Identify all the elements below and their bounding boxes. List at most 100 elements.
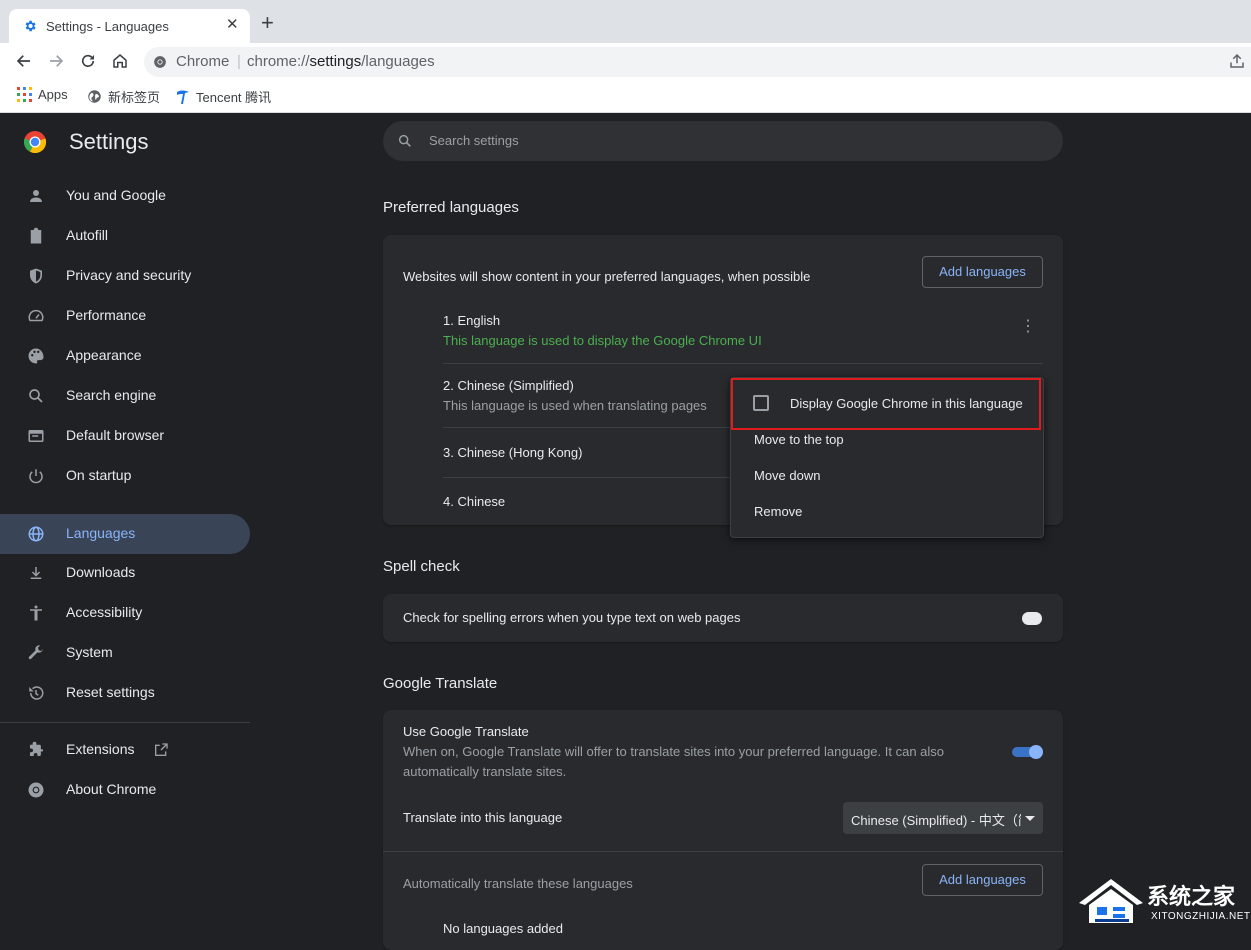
- sidebar-item-label: System: [66, 644, 113, 660]
- sidebar-item-about-chrome[interactable]: About Chrome: [0, 770, 250, 810]
- preferred-description: Websites will show content in your prefe…: [403, 269, 811, 284]
- download-icon: [30, 567, 42, 579]
- bookmarks-bar: Apps 新标签页 Tencent 腾讯: [0, 80, 1251, 113]
- back-arrow-icon[interactable]: [15, 52, 33, 70]
- gear-icon: [25, 20, 36, 32]
- use-translate-desc-2: automatically translate sites.: [403, 764, 567, 779]
- use-translate-desc-1: When on, Google Translate will offer to …: [403, 744, 945, 759]
- external-link-icon: [155, 743, 168, 756]
- select-value: Chinese (Simplified) - 中文（简体）: [851, 813, 1021, 828]
- sidebar-item-performance[interactable]: Performance: [0, 296, 250, 336]
- sidebar-item-you-and-google[interactable]: You and Google: [0, 176, 250, 216]
- language-name: 3. Chinese (Hong Kong): [443, 445, 583, 460]
- watermark-logo: 系统之家 XITONGZHIJIA.NET: [1075, 873, 1250, 927]
- watermark-site: XITONGZHIJIA.NET: [1151, 911, 1251, 922]
- sidebar-item-languages[interactable]: Languages: [0, 514, 250, 554]
- omnibox-separator: |: [237, 53, 241, 70]
- sidebar-item-label: Appearance: [66, 347, 142, 363]
- add-auto-translate-languages-button[interactable]: Add languages: [922, 864, 1043, 896]
- sidebar-divider: [0, 722, 250, 723]
- sidebar-item-label: Privacy and security: [66, 267, 192, 283]
- language-name: 1. English: [443, 313, 501, 328]
- sidebar-item-label: Reset settings: [66, 684, 155, 700]
- address-bar[interactable]: Chrome | chrome://settings/languages: [144, 47, 1251, 77]
- clipboard-icon: [30, 227, 42, 244]
- google-translate-title: Google Translate: [383, 675, 498, 692]
- accessibility-icon: [30, 605, 42, 621]
- language-name: 2. Chinese (Simplified): [443, 378, 574, 393]
- bookmark-label: Tencent 腾讯: [196, 90, 272, 105]
- power-icon: [29, 469, 43, 484]
- sidebar-item-search-engine[interactable]: Search engine: [0, 376, 250, 416]
- home-icon[interactable]: [111, 52, 129, 70]
- sidebar-item-label: Downloads: [66, 564, 136, 580]
- url-host: settings: [309, 53, 362, 70]
- tab-settings-languages[interactable]: Settings - Languages ✕: [9, 9, 250, 43]
- bookmark-apps[interactable]: Apps: [17, 87, 68, 102]
- spell-check-toggle[interactable]: [1022, 612, 1042, 625]
- sidebar-item-default-browser[interactable]: Default browser: [0, 416, 250, 456]
- sidebar-item-on-startup[interactable]: On startup: [0, 456, 250, 496]
- bookmark-label: 新标签页: [108, 90, 161, 105]
- no-languages-added: No languages added: [443, 921, 563, 936]
- new-tab-button[interactable]: +: [261, 12, 274, 34]
- translate-target-select[interactable]: Chinese (Simplified) - 中文（简体）: [843, 802, 1043, 834]
- sidebar-item-system[interactable]: System: [0, 633, 250, 673]
- wrench-icon: [28, 645, 43, 660]
- history-icon: [29, 686, 44, 700]
- sidebar-item-label: Accessibility: [66, 604, 143, 620]
- url-path: /languages: [361, 53, 435, 70]
- spell-check-title: Spell check: [383, 558, 460, 575]
- house-logo-icon: [1079, 879, 1143, 923]
- remove-option[interactable]: Remove: [754, 504, 802, 519]
- watermark-text: 系统之家: [1147, 885, 1236, 910]
- globe-icon: [88, 90, 101, 103]
- sidebar-item-label: Languages: [66, 525, 136, 541]
- translate-toggle[interactable]: [1012, 745, 1044, 759]
- close-tab-icon[interactable]: ✕: [226, 17, 239, 33]
- palette-icon: [28, 348, 44, 364]
- forward-arrow-icon[interactable]: [47, 52, 65, 70]
- tab-strip: Settings - Languages ✕ +: [0, 0, 1251, 43]
- chrome-icon: [154, 56, 166, 68]
- reload-icon[interactable]: [79, 52, 97, 70]
- settings-title: Settings: [69, 129, 149, 154]
- translate-target-label: Translate into this language: [403, 810, 563, 825]
- sidebar-item-accessibility[interactable]: Accessibility: [0, 593, 250, 633]
- sidebar-item-extensions[interactable]: Extensions: [0, 730, 250, 770]
- search-icon: [398, 134, 411, 147]
- sidebar-item-appearance[interactable]: Appearance: [0, 336, 250, 376]
- bookmark-new-tab[interactable]: 新标签页: [87, 87, 160, 106]
- sidebar-item-label: Search engine: [66, 387, 157, 403]
- sidebar-item-reset-settings[interactable]: Reset settings: [0, 673, 250, 713]
- highlight-box: [731, 378, 1041, 430]
- search-placeholder: Search settings: [429, 133, 519, 148]
- person-icon: [30, 190, 42, 202]
- share-icon[interactable]: [1228, 52, 1246, 70]
- browser-window-icon: [28, 430, 44, 442]
- spell-check-card: Check for spelling errors when you type …: [383, 594, 1063, 642]
- language-name: 4. Chinese: [443, 494, 506, 509]
- puzzle-icon: [30, 741, 44, 756]
- search-settings-field[interactable]: Search settings: [383, 121, 1063, 161]
- sidebar-item-privacy[interactable]: Privacy and security: [0, 256, 250, 296]
- move-to-top-option[interactable]: Move to the top: [754, 432, 844, 447]
- add-languages-button[interactable]: Add languages: [922, 256, 1043, 288]
- row-divider: [443, 363, 1043, 364]
- sidebar-item-label: On startup: [66, 467, 132, 483]
- auto-translate-label: Automatically translate these languages: [403, 876, 633, 891]
- chrome-logo-icon: [23, 131, 47, 154]
- language-note: This language is used to display the Goo…: [443, 333, 762, 348]
- sidebar-item-autofill[interactable]: Autofill: [0, 216, 250, 256]
- sidebar-item-label: Autofill: [66, 227, 109, 243]
- bookmark-tencent[interactable]: Tencent 腾讯: [175, 87, 271, 106]
- language-note: This language is used when translating p…: [443, 398, 707, 413]
- url-text: chrome://settings/languages: [247, 53, 435, 70]
- move-down-option[interactable]: Move down: [754, 468, 820, 483]
- sidebar-item-downloads[interactable]: Downloads: [0, 553, 250, 593]
- tencent-icon: [177, 90, 189, 104]
- sidebar-item-label: You and Google: [66, 187, 166, 203]
- more-options-icon[interactable]: ⋮: [1020, 319, 1036, 335]
- sidebar-item-label: About Chrome: [66, 781, 157, 797]
- settings-brand: Settings: [23, 129, 149, 155]
